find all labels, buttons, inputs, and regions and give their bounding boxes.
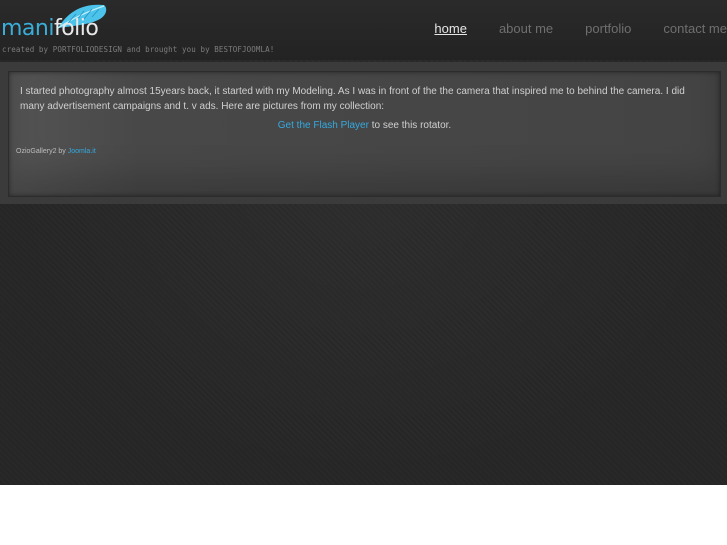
logo-wordmark: manifolio xyxy=(1,14,99,44)
nav-contact-me[interactable]: contact me xyxy=(663,21,727,37)
gallery-credit: OzioGallery2 by Joomla.it xyxy=(16,148,96,155)
nav-home[interactable]: home xyxy=(434,21,467,37)
intro-text: I started photography almost 15years bac… xyxy=(20,86,685,112)
nav-portfolio[interactable]: portfolio xyxy=(585,21,631,37)
main-nav: home about me portfolio contact me xyxy=(402,21,727,37)
joomla-link[interactable]: Joomla.it xyxy=(68,148,96,155)
flash-notice: Get the Flash Player to see this rotator… xyxy=(9,120,720,131)
credit-line: created by PORTFOLIODESIGN and brought y… xyxy=(2,45,275,54)
flash-player-link[interactable]: Get the Flash Player xyxy=(278,120,369,131)
gallery-credit-text: OzioGallery2 by xyxy=(16,148,68,155)
logo-text-mani: mani xyxy=(1,16,54,41)
site-logo[interactable]: manifolio xyxy=(0,2,112,46)
content-band: I started photography almost 15years bac… xyxy=(0,62,727,204)
content-panel: I started photography almost 15years bac… xyxy=(8,71,721,197)
nav-about-me[interactable]: about me xyxy=(499,21,553,37)
site-header: manifolio created by PORTFOLIODESIGN and… xyxy=(0,0,727,60)
page-background: manifolio created by PORTFOLIODESIGN and… xyxy=(0,0,727,485)
flash-notice-text: to see this rotator. xyxy=(368,120,452,131)
logo-text-folio: folio xyxy=(53,16,99,41)
